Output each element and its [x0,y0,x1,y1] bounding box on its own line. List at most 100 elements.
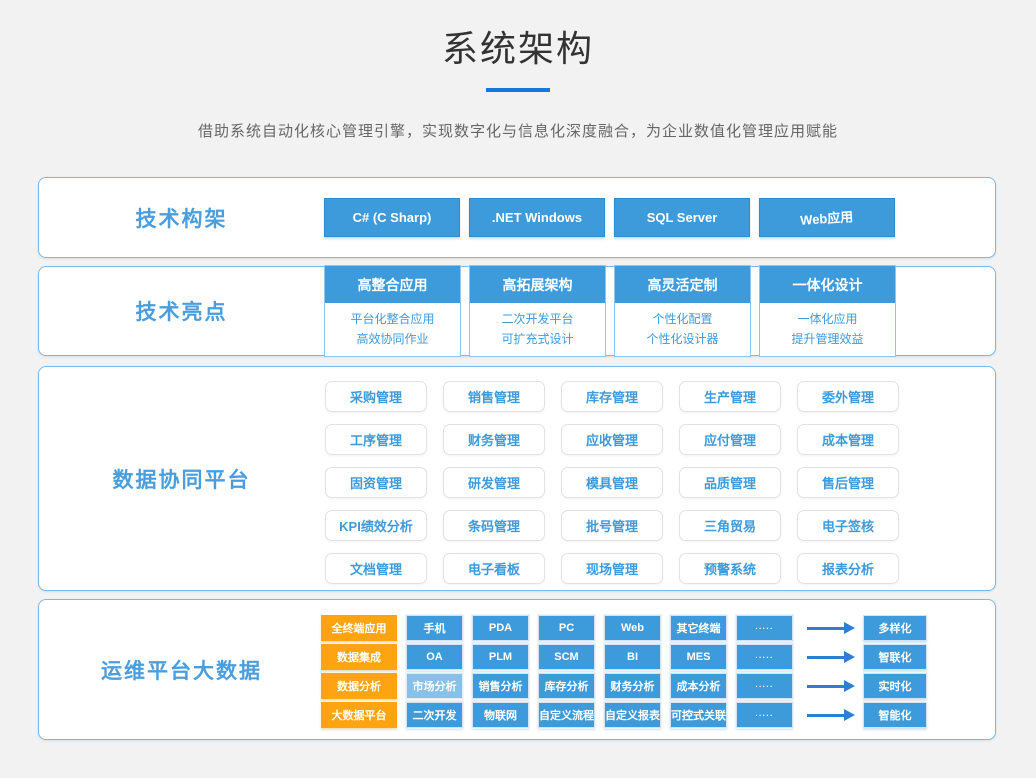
bigdata-row-tag: 大数据平台 [321,702,397,728]
title-underline [486,88,550,92]
highlight-card-title: 高整合应用 [325,266,460,303]
module-button[interactable]: 研发管理 [443,467,545,498]
tech-stack-button-dotnet[interactable]: .NET Windows [469,198,605,237]
section-label-tech-stack: 技术构架 [39,178,324,257]
bigdata-item[interactable]: SCM [538,644,595,670]
section-data-platform: 数据协同平台 采购管理 销售管理 库存管理 生产管理 委外管理 工序管理 财务管… [38,366,996,591]
highlight-card-line: 高效协同作业 [327,329,458,349]
bigdata-row-tag: 全终端应用 [321,615,397,641]
module-button[interactable]: 应付管理 [679,424,781,455]
bigdata-row-tag: 数据集成 [321,644,397,670]
bigdata-row-analysis: 数据分析 市场分析 销售分析 库存分析 财务分析 成本分析 ····· 实时化 [321,673,927,699]
module-button[interactable]: 三角贸易 [679,510,781,541]
bigdata-item[interactable]: Web [604,615,661,641]
module-button[interactable]: KPI绩效分析 [325,510,427,541]
module-button[interactable]: 固资管理 [325,467,427,498]
tech-stack-button-label: Web应用 [800,206,854,229]
bigdata-item[interactable]: 其它终端 [670,615,727,641]
highlight-card-line: 提升管理效益 [762,329,893,349]
section-label-bigdata: 运维平台大数据 [39,600,324,739]
highlight-card-integration: 高整合应用 平台化整合应用 高效协同作业 [324,265,461,357]
bigdata-row-tag: 数据分析 [321,673,397,699]
module-button[interactable]: 电子看板 [443,553,545,584]
module-button[interactable]: 财务管理 [443,424,545,455]
arrow-right-icon [807,714,845,717]
module-button[interactable]: 销售管理 [443,381,545,412]
bigdata-item[interactable]: 手机 [406,615,463,641]
bigdata-item[interactable]: PLM [472,644,529,670]
bigdata-item[interactable]: 物联网 [472,702,529,728]
bigdata-item[interactable]: 自定义流程 [538,702,595,728]
bigdata-item[interactable]: MES [670,644,727,670]
highlight-card-body: 平台化整合应用 高效协同作业 [325,303,460,356]
module-button[interactable]: 预警系统 [679,553,781,584]
bigdata-item-more[interactable]: ····· [736,673,793,699]
highlight-card-allinone: 一体化设计 一体化应用 提升管理效益 [759,265,896,357]
bigdata-item[interactable]: 库存分析 [538,673,595,699]
tech-stack-button-label: SQL Server [647,210,718,225]
highlight-card-title: 一体化设计 [760,266,895,303]
highlight-card-title: 高灵活定制 [615,266,750,303]
highlight-card-line: 平台化整合应用 [327,309,458,329]
page-header: 系统架构 借助系统自动化核心管理引擎，实现数字化与信息化深度融合，为企业数值化管… [0,0,1036,141]
section-label-data-platform: 数据协同平台 [39,367,324,590]
tech-stack-button-web[interactable]: Web应用 [759,198,895,237]
bigdata-result: 智联化 [863,644,927,670]
bigdata-rows: 全终端应用 手机 PDA PC Web 其它终端 ····· 多样化 数据集成 … [321,615,927,728]
bigdata-item[interactable]: OA [406,644,463,670]
module-button[interactable]: 批号管理 [561,510,663,541]
highlight-card-line: 个性化配置 [617,309,748,329]
module-button[interactable]: 现场管理 [561,553,663,584]
bigdata-item[interactable]: 二次开发 [406,702,463,728]
highlight-card-body: 二次开发平台 可扩充式设计 [470,303,605,356]
module-button[interactable]: 模具管理 [561,467,663,498]
module-button[interactable]: 报表分析 [797,553,899,584]
bigdata-item[interactable]: 销售分析 [472,673,529,699]
bigdata-item[interactable]: 成本分析 [670,673,727,699]
highlight-card-customization: 高灵活定制 个性化配置 个性化设计器 [614,265,751,357]
bigdata-item[interactable]: 可控式关联 [670,702,727,728]
module-button[interactable]: 文档管理 [325,553,427,584]
module-button[interactable]: 应收管理 [561,424,663,455]
bigdata-item[interactable]: PDA [472,615,529,641]
section-label-highlights: 技术亮点 [39,267,324,355]
bigdata-item[interactable]: PC [538,615,595,641]
section-tech-stack: 技术构架 C# (C Sharp) .NET Windows SQL Serve… [38,177,996,258]
highlight-card-body: 个性化配置 个性化设计器 [615,303,750,356]
module-button[interactable]: 库存管理 [561,381,663,412]
bigdata-result: 多样化 [863,615,927,641]
module-button[interactable]: 品质管理 [679,467,781,498]
section-bigdata: 运维平台大数据 全终端应用 手机 PDA PC Web 其它终端 ····· 多… [38,599,996,740]
module-button[interactable]: 工序管理 [325,424,427,455]
highlight-cards: 高整合应用 平台化整合应用 高效协同作业 高拓展架构 二次开发平台 可扩充式设计… [324,267,896,355]
module-button[interactable]: 条码管理 [443,510,545,541]
tech-stack-buttons: C# (C Sharp) .NET Windows SQL Server Web… [324,178,895,257]
highlight-card-extensibility: 高拓展架构 二次开发平台 可扩充式设计 [469,265,606,357]
highlight-card-line: 可扩充式设计 [472,329,603,349]
module-button[interactable]: 成本管理 [797,424,899,455]
module-button[interactable]: 生产管理 [679,381,781,412]
tech-stack-button-csharp[interactable]: C# (C Sharp) [324,198,460,237]
arrow-right-icon [807,685,845,688]
highlight-card-title: 高拓展架构 [470,266,605,303]
arrow-right-icon [807,627,845,630]
bigdata-item-more[interactable]: ····· [736,615,793,641]
module-button[interactable]: 采购管理 [325,381,427,412]
bigdata-item[interactable]: 市场分析 [406,673,463,699]
bigdata-item[interactable]: 自定义报表 [604,702,661,728]
module-button[interactable]: 委外管理 [797,381,899,412]
tech-stack-button-sqlserver[interactable]: SQL Server [614,198,750,237]
tech-stack-button-label: .NET Windows [492,210,582,225]
highlight-card-line: 二次开发平台 [472,309,603,329]
bigdata-item[interactable]: 财务分析 [604,673,661,699]
bigdata-item-more[interactable]: ····· [736,702,793,728]
bigdata-result: 实时化 [863,673,927,699]
bigdata-row-integration: 数据集成 OA PLM SCM BI MES ····· 智联化 [321,644,927,670]
highlight-card-body: 一体化应用 提升管理效益 [760,303,895,356]
module-button[interactable]: 售后管理 [797,467,899,498]
bigdata-item-more[interactable]: ····· [736,644,793,670]
module-button[interactable]: 电子签核 [797,510,899,541]
bigdata-item[interactable]: BI [604,644,661,670]
bigdata-result: 智能化 [863,702,927,728]
highlight-card-line: 个性化设计器 [617,329,748,349]
